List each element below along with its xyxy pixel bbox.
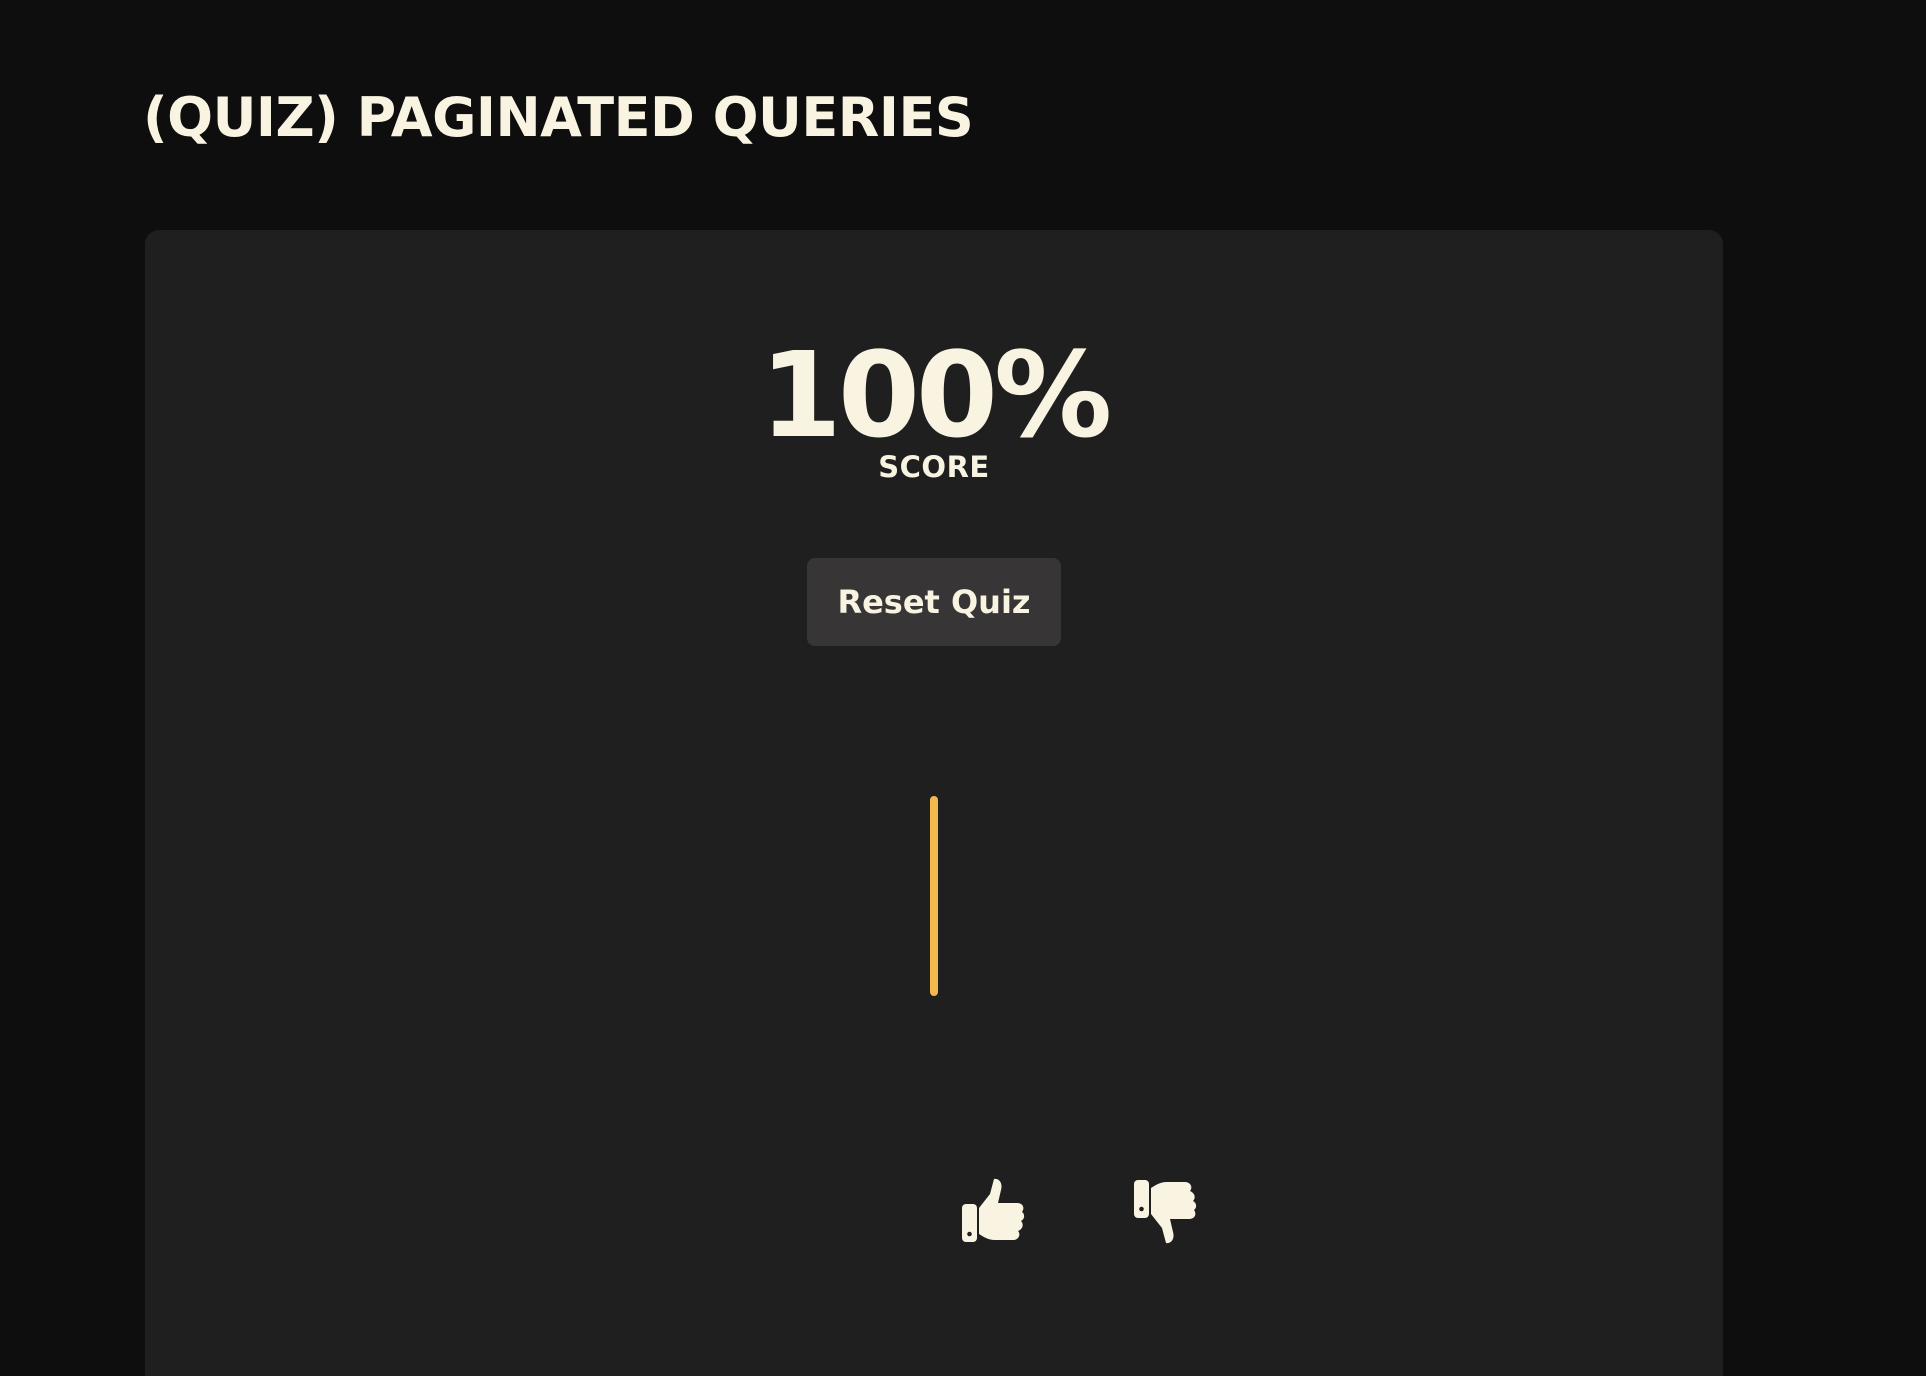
thumbs-down-button[interactable]: [1129, 1176, 1199, 1246]
page-title: (QUIZ) PAGINATED QUERIES: [143, 86, 974, 149]
reset-quiz-button[interactable]: Reset Quiz: [807, 558, 1061, 646]
progress-indicator: [930, 796, 938, 996]
quiz-result-panel: 100% SCORE Reset Quiz: [145, 230, 1723, 1376]
score-label: SCORE: [878, 450, 990, 484]
thumbs-up-button[interactable]: [957, 1176, 1027, 1246]
thumbs-up-icon: [957, 1176, 1027, 1246]
score-value: 100%: [759, 326, 1113, 464]
thumbs-down-icon: [1129, 1176, 1199, 1246]
